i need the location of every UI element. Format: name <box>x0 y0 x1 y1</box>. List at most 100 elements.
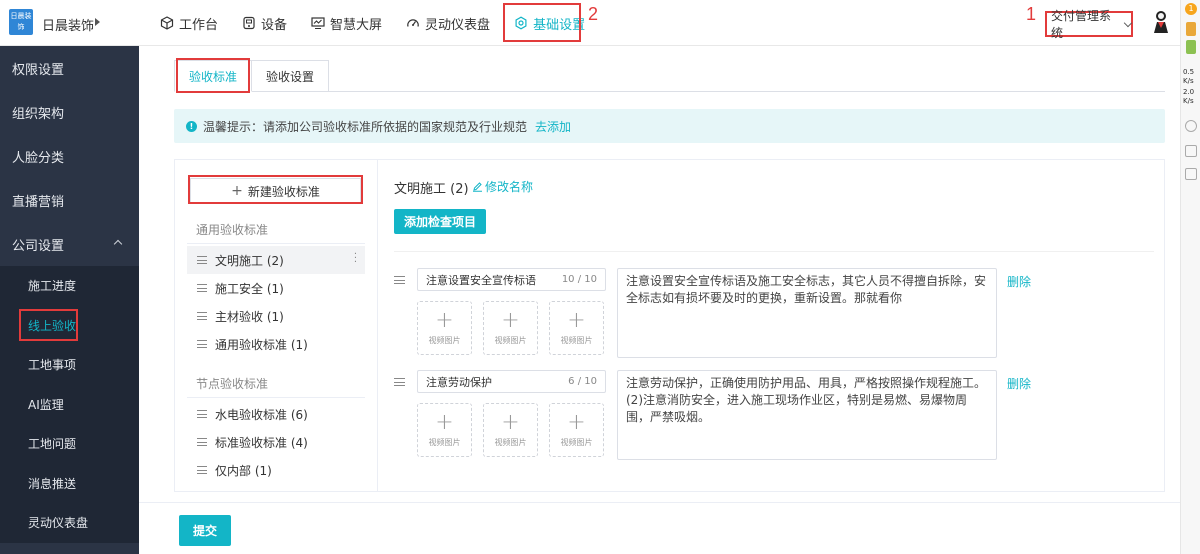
plus-icon: + <box>435 410 454 435</box>
delete-link[interactable]: 删除 <box>1007 273 1031 290</box>
standard-item[interactable]: 文明施工 (2) · · · <box>187 246 365 274</box>
standard-item[interactable]: 标准验收标准 (4) <box>187 428 365 456</box>
media-label: 视频图片 <box>560 438 593 447</box>
sidebar-item-label: 公司设置 <box>12 238 65 254</box>
check-name-input[interactable]: 注意劳动保护 6 / 10 <box>417 370 606 393</box>
standard-item[interactable]: 主材验收 (1) <box>187 302 365 330</box>
media-label: 视频图片 <box>494 336 527 345</box>
media-label: 视频图片 <box>428 336 461 345</box>
standard-item[interactable]: 仅内部 (1) <box>187 456 365 484</box>
check-description-textarea[interactable]: 注意劳动保护，正确使用防护用品、用具，严格按照操作规程施工。(2)注意消防安全，… <box>617 370 997 460</box>
app-logo[interactable]: 日晨装饰 <box>9 9 33 35</box>
speed-value: 2.0 <box>1183 88 1195 96</box>
tab-acceptance-settings[interactable]: 验收设置 <box>252 60 330 92</box>
drag-handle-icon[interactable] <box>197 466 207 474</box>
check-item: 注意劳动保护 6 / 10 + 视频图片 + 视频图片 + 视频图片 注意劳动保护，正… <box>394 370 1154 462</box>
notice-add-link[interactable]: 去添加 <box>535 118 571 135</box>
media-upload[interactable]: + 视频图片 <box>549 301 604 355</box>
drag-handle-icon[interactable] <box>197 312 207 320</box>
drag-handle-icon[interactable] <box>394 276 405 284</box>
standard-title: 文明施工 (2) <box>394 182 469 197</box>
sidebar-item-label: 直播营销 <box>12 194 65 210</box>
media-upload[interactable]: + 视频图片 <box>417 301 472 355</box>
standard-item-label: 标准验收标准 (4) <box>215 435 308 450</box>
standard-item-label: 主材验收 (1) <box>215 309 284 324</box>
media-label: 视频图片 <box>428 438 461 447</box>
sidebar-subitem-label: 施工进度 <box>28 279 77 294</box>
sidebar-item-live[interactable]: 直播营销 <box>0 178 139 222</box>
notification-badge[interactable]: 1 <box>1185 3 1197 15</box>
nav-smart-screen[interactable]: 智慧大屏 <box>311 0 382 46</box>
cube-icon <box>160 16 174 30</box>
main-content: 验收标准 验收设置 ! 温馨提示：请添加公司验收标准所依据的国家规范及行业规范 … <box>139 46 1180 554</box>
plus-icon: + <box>567 308 586 333</box>
sidebar-item-company[interactable]: 公司设置 <box>0 222 139 266</box>
nav-workbench[interactable]: 工作台 <box>160 0 218 46</box>
media-upload[interactable]: + 视频图片 <box>417 403 472 457</box>
nav-label: 设备 <box>261 17 288 33</box>
rename-link[interactable]: 修改名称 <box>472 178 533 195</box>
delete-link[interactable]: 删除 <box>1007 375 1031 392</box>
avatar[interactable] <box>1150 10 1172 34</box>
media-upload[interactable]: + 视频图片 <box>483 301 538 355</box>
media-upload[interactable]: + 视频图片 <box>549 403 604 457</box>
standard-item[interactable]: 水电验收标准 (6) <box>187 400 365 428</box>
chevron-up-icon <box>113 239 123 249</box>
char-count: 6 / 10 <box>568 376 597 387</box>
brand-name[interactable]: 日晨装饰 <box>42 15 94 34</box>
drag-handle-icon[interactable] <box>197 256 207 264</box>
floating-toolbar: 1 0.5 K/s 2.0 K/s <box>1180 0 1200 554</box>
drag-handle-icon[interactable] <box>394 378 405 386</box>
standard-item-label: 施工安全 (1) <box>215 281 284 296</box>
sidebar-item-face[interactable]: 人脸分类 <box>0 134 139 178</box>
crop-icon[interactable] <box>1185 145 1197 157</box>
group-divider <box>187 397 365 398</box>
notice-banner: ! 温馨提示：请添加公司验收标准所依据的国家规范及行业规范 去添加 <box>174 109 1165 143</box>
more-vertical-icon[interactable]: · · · <box>354 250 357 268</box>
sidebar-subitem-site-matters[interactable]: 工地事项 <box>0 345 139 385</box>
check-description-textarea[interactable]: 注意设置安全宣传标语及施工安全标志，其它人员不得擅自拆除，安全标志如有损坏要及时… <box>617 268 997 358</box>
drag-handle-icon[interactable] <box>197 410 207 418</box>
drag-handle-icon[interactable] <box>197 284 207 292</box>
nav-device[interactable]: 设备 <box>242 0 287 46</box>
sidebar-subitem-push[interactable]: 消息推送 <box>0 464 139 504</box>
gauge-icon <box>406 16 420 30</box>
plus-icon: + <box>567 410 586 435</box>
system-select[interactable]: 交付管理系统 <box>1045 9 1133 40</box>
chat-icon[interactable] <box>1185 120 1197 132</box>
drag-handle-icon[interactable] <box>197 340 207 348</box>
plus-icon: + <box>501 308 520 333</box>
rename-label: 修改名称 <box>485 180 534 194</box>
check-name-input[interactable]: 注意设置安全宣传标语 10 / 10 <box>417 268 606 291</box>
logo-text: 日晨装饰 <box>10 12 32 31</box>
speed-value: 0.5 <box>1183 68 1195 76</box>
add-check-item-label: 添加检查项目 <box>403 215 476 229</box>
speed-unit: K/s <box>1183 97 1194 105</box>
sidebar-subitem-label: 工地事项 <box>28 358 77 373</box>
standard-item[interactable]: 施工安全 (1) <box>187 274 365 302</box>
sidebar-item-permissions[interactable]: 权限设置 <box>0 46 139 90</box>
caret-right-icon[interactable] <box>95 18 100 26</box>
highlight-box-tab <box>176 58 250 93</box>
add-check-item-button[interactable]: 添加检查项目 <box>394 209 486 234</box>
image-icon[interactable] <box>1185 168 1197 180</box>
char-count: 10 / 10 <box>561 274 597 285</box>
standard-item[interactable]: 通用验收标准 (1) <box>187 330 365 358</box>
group-divider <box>187 243 365 244</box>
nav-dashboard[interactable]: 灵动仪表盘 <box>406 0 490 46</box>
sidebar: 权限设置 组织架构 人脸分类 直播营销 公司设置 施工进度 线上验收 工地事项 … <box>0 46 139 554</box>
sidebar-item-label: 人脸分类 <box>12 150 65 166</box>
drag-handle-icon[interactable] <box>197 438 207 446</box>
chevron-down-icon <box>1123 18 1133 27</box>
media-upload[interactable]: + 视频图片 <box>483 403 538 457</box>
submit-button[interactable]: 提交 <box>179 515 231 546</box>
sidebar-subitem-progress[interactable]: 施工进度 <box>0 266 139 306</box>
system-select-value: 交付管理系统 <box>1051 9 1112 40</box>
sidebar-subitem-dashboard[interactable]: 灵动仪表盘 <box>0 503 139 543</box>
standard-item-label: 水电验收标准 (6) <box>215 407 308 422</box>
nav-label: 灵动仪表盘 <box>425 17 491 33</box>
group-title: 通用验收标准 <box>196 223 269 237</box>
sidebar-item-org[interactable]: 组织架构 <box>0 90 139 134</box>
sidebar-subitem-site-issues[interactable]: 工地问题 <box>0 424 139 464</box>
sidebar-subitem-ai-supervision[interactable]: AI监理 <box>0 385 139 425</box>
